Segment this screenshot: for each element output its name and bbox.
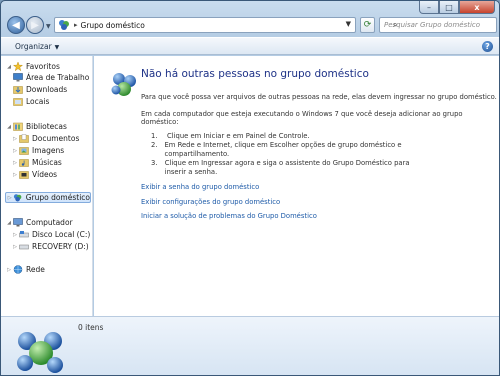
- chevron-down-icon: ▼: [54, 43, 60, 51]
- sidebar-label: Disco Local (C:): [32, 230, 91, 239]
- expand-arrow-icon[interactable]: ◢: [5, 64, 13, 70]
- sidebar-item-disco-local[interactable]: ▷ Disco Local (C:): [11, 229, 90, 240]
- expand-arrow-icon[interactable]: ▷: [11, 172, 19, 178]
- sidebar-item-grupo-domestico[interactable]: ▷ Grupo doméstico: [5, 192, 91, 203]
- troubleshoot-link[interactable]: Iniciar a solução de problemas do Grupo …: [141, 212, 317, 220]
- search-icon[interactable]: ⌕: [393, 20, 493, 30]
- network-icon: [13, 265, 23, 274]
- sidebar-item-favoritos[interactable]: ◢ Favoritos: [5, 61, 60, 72]
- explorer-window: – □ x ◀ ▶ ▼ ▸ Grupo doméstico ▼ ⟳ Pesqui…: [0, 0, 500, 376]
- sidebar-label: Downloads: [26, 85, 68, 94]
- drive-icon: [19, 244, 29, 250]
- documents-icon: [19, 134, 29, 143]
- expand-arrow-icon[interactable]: ▷: [5, 267, 13, 273]
- expand-arrow-icon[interactable]: ▷: [11, 244, 19, 250]
- sidebar-label: RECOVERY (D:): [32, 242, 89, 251]
- homegroup-icon: [14, 194, 22, 202]
- item-count: 0 itens: [78, 323, 104, 332]
- pictures-icon: [19, 147, 29, 155]
- back-button[interactable]: ◀: [7, 16, 25, 34]
- sidebar-item-area-de-trabalho[interactable]: Área de Trabalho: [13, 72, 89, 83]
- sidebar-item-rede[interactable]: ▷ Rede: [5, 264, 45, 275]
- sidebar-label: Documentos: [32, 134, 80, 143]
- arrow-left-icon: ◀: [12, 19, 20, 31]
- homegroup-icon: [17, 332, 63, 373]
- maximize-button[interactable]: □: [439, 1, 459, 14]
- sidebar-label: Vídeos: [32, 170, 58, 179]
- minimize-button[interactable]: –: [419, 1, 439, 14]
- videos-icon: [19, 171, 29, 179]
- instructions-intro: Em cada computador que esteja executando…: [141, 110, 463, 126]
- details-pane: 0 itens: [1, 316, 499, 375]
- sidebar-item-downloads[interactable]: Downloads: [13, 84, 67, 95]
- expand-arrow-icon[interactable]: ▷: [11, 136, 19, 142]
- window-controls: – □ x: [419, 1, 495, 16]
- music-icon: [19, 159, 29, 167]
- chevron-down-icon: ▼: [46, 23, 51, 30]
- search-input[interactable]: Pesquisar Grupo doméstico ⌕: [379, 17, 497, 33]
- list-item: 1. Clique em Iniciar e em Painel de Cont…: [151, 132, 310, 140]
- sidebar-item-bibliotecas[interactable]: ◢ Bibliotecas: [5, 121, 67, 132]
- sidebar-label: Rede: [26, 265, 45, 274]
- list-item: 2. Em Rede e Internet, clique em Escolhe…: [151, 141, 402, 158]
- refresh-button[interactable]: ⟳: [360, 17, 375, 33]
- address-bar[interactable]: ▸ Grupo doméstico ▼: [54, 17, 356, 33]
- sidebar-item-locais[interactable]: Locais: [13, 96, 49, 107]
- chevron-down-icon: ▼: [345, 20, 351, 28]
- sidebar-item-computador[interactable]: ◢ Computador: [5, 217, 73, 228]
- close-button[interactable]: x: [459, 1, 495, 14]
- homegroup-icon: [59, 20, 69, 30]
- star-icon: [13, 62, 23, 71]
- sidebar-item-videos[interactable]: ▷ Vídeos: [11, 169, 57, 180]
- organize-menu-button[interactable]: Organizar ▼: [15, 42, 59, 51]
- organize-label: Organizar: [15, 41, 52, 51]
- breadcrumb-separator[interactable]: ▸: [74, 21, 78, 29]
- drive-icon: [19, 231, 29, 238]
- sidebar-label: Grupo doméstico: [25, 193, 90, 202]
- navigation-pane: ◢ Favoritos Área de Trabalho Downloads L…: [1, 56, 93, 316]
- sidebar-item-musicas[interactable]: ▷ Músicas: [11, 157, 62, 168]
- computer-icon: [13, 218, 23, 227]
- help-icon: ?: [485, 42, 490, 51]
- homegroup-icon: [111, 73, 136, 96]
- forward-button[interactable]: ▶: [26, 16, 44, 34]
- list-item: 3. Clique em Ingressar agora e siga o as…: [151, 159, 410, 176]
- address-history-dropdown[interactable]: ▼: [346, 20, 351, 28]
- view-password-link[interactable]: Exibir a senha do grupo doméstico: [141, 183, 259, 191]
- breadcrumb-homegroup[interactable]: Grupo doméstico: [81, 21, 145, 30]
- expand-arrow-icon[interactable]: ◢: [5, 220, 13, 226]
- sidebar-label: Bibliotecas: [26, 122, 67, 131]
- recent-pages-dropdown[interactable]: ▼: [46, 23, 51, 30]
- content-pane: Não há outras pessoas no grupo doméstico…: [94, 56, 499, 316]
- sidebar-label: Músicas: [32, 158, 62, 167]
- command-bar: Organizar ▼ ?: [1, 37, 499, 55]
- instructions-list: 1. Clique em Iniciar e em Painel de Cont…: [151, 132, 421, 177]
- view-settings-link[interactable]: Exibir configurações do grupo doméstico: [141, 198, 280, 206]
- sidebar-label: Favoritos: [26, 62, 60, 71]
- help-button[interactable]: ?: [482, 41, 493, 52]
- arrow-right-icon: ▶: [31, 19, 39, 31]
- libraries-icon: [13, 122, 23, 131]
- title-bar: – □ x ◀ ▶ ▼ ▸ Grupo doméstico ▼ ⟳ Pesqui…: [1, 1, 499, 35]
- page-title: Não há outras pessoas no grupo doméstico: [141, 68, 369, 80]
- expand-arrow-icon[interactable]: ◢: [5, 124, 13, 130]
- recent-places-icon: [13, 98, 23, 106]
- downloads-folder-icon: [13, 86, 23, 94]
- sidebar-label: Locais: [26, 97, 50, 106]
- expand-arrow-icon[interactable]: ▷: [6, 195, 13, 201]
- desktop-icon: [13, 73, 23, 82]
- refresh-icon: ⟳: [363, 20, 372, 30]
- sidebar-label: Imagens: [32, 146, 65, 155]
- sidebar-label: Computador: [26, 218, 73, 227]
- sidebar-item-recovery[interactable]: ▷ RECOVERY (D:): [11, 241, 89, 252]
- sidebar-label: Área de Trabalho: [26, 73, 90, 82]
- expand-arrow-icon[interactable]: ▷: [11, 148, 19, 154]
- expand-arrow-icon[interactable]: ▷: [11, 160, 19, 166]
- sidebar-item-imagens[interactable]: ▷ Imagens: [11, 145, 64, 156]
- expand-arrow-icon[interactable]: ▷: [11, 232, 19, 238]
- sidebar-item-documentos[interactable]: ▷ Documentos: [11, 133, 79, 144]
- info-text: Para que você possa ver arquivos de outr…: [141, 93, 497, 101]
